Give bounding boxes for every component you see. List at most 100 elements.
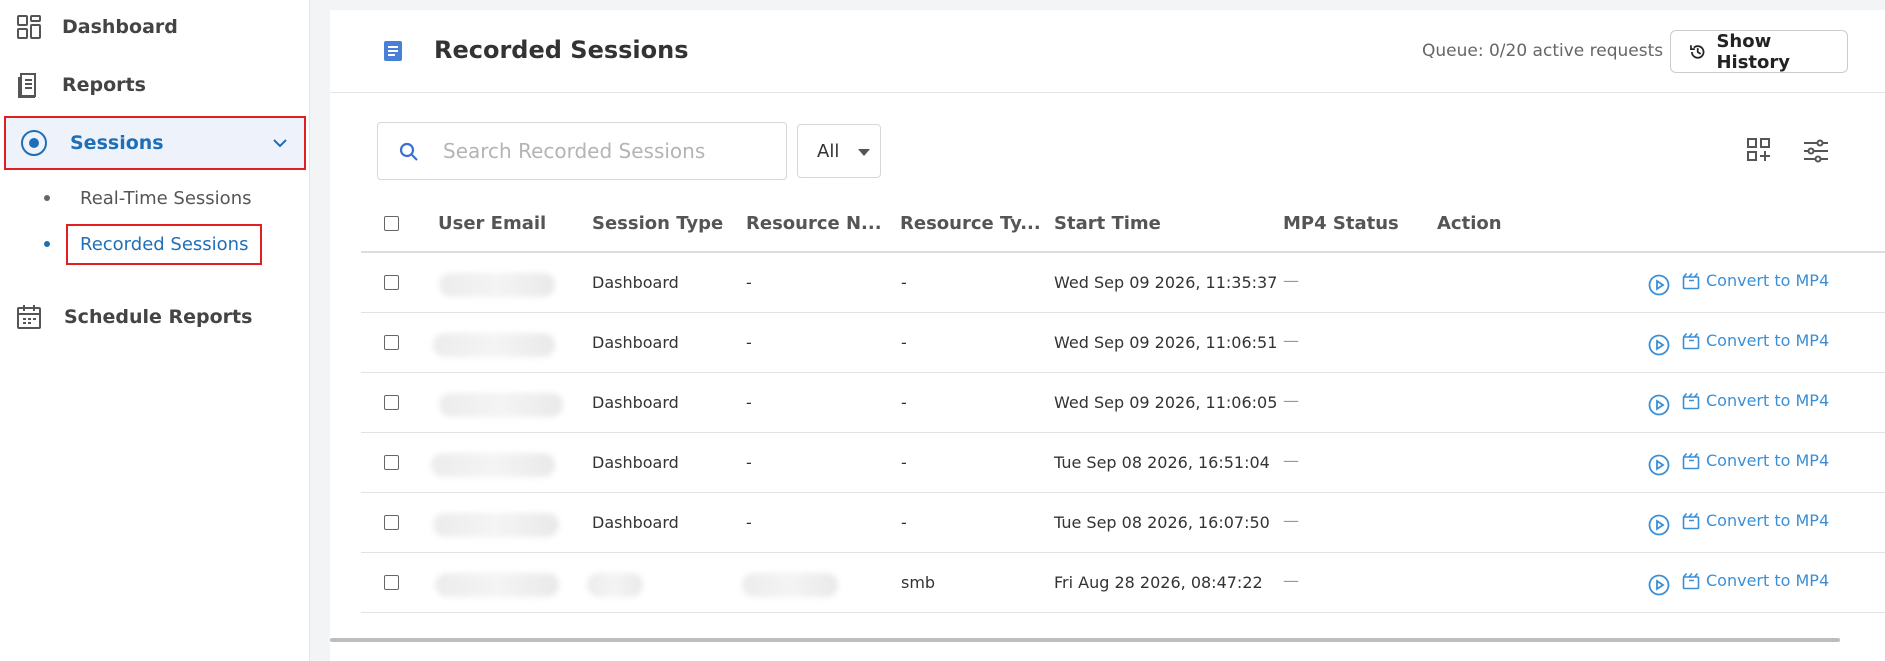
- play-icon[interactable]: [1648, 514, 1670, 536]
- redacted-email: [431, 453, 555, 477]
- video-convert-icon: [1682, 572, 1700, 589]
- row-checkbox[interactable]: [384, 395, 399, 410]
- play-icon[interactable]: [1648, 454, 1670, 476]
- search-box: [377, 122, 787, 180]
- redacted-email: [439, 273, 555, 297]
- search-icon: [399, 142, 418, 161]
- resource-type-cell: -: [901, 333, 907, 352]
- select-all-checkbox[interactable]: [384, 216, 399, 231]
- sessions-table: User Email Session Type Resource N... Re…: [361, 196, 1885, 613]
- resource-name-cell: -: [746, 453, 752, 472]
- sidebar-item-label: Dashboard: [62, 16, 178, 38]
- bullet-dot: [44, 241, 50, 247]
- horizontal-scrollbar[interactable]: [330, 638, 1840, 642]
- history-icon: [1690, 44, 1705, 59]
- queue-status: Queue: 0/20 active requests: [1422, 41, 1664, 61]
- calendar-icon: [15, 303, 43, 331]
- sidebar-item-label: Reports: [62, 74, 146, 96]
- start-time-cell: Tue Sep 08 2026, 16:51:04: [1054, 453, 1270, 472]
- bullet-dot: [44, 195, 50, 201]
- column-settings-icon[interactable]: [1802, 139, 1830, 163]
- table-row: Dashboard - - Wed Sep 09 2026, 11:06:51 …: [361, 313, 1885, 373]
- show-history-label: Show History: [1716, 30, 1790, 73]
- convert-to-mp4-link[interactable]: Convert to MP4: [1682, 271, 1829, 290]
- video-convert-icon: [1682, 452, 1700, 469]
- resource-type-cell: -: [901, 273, 907, 292]
- sidebar-item-dashboard[interactable]: Dashboard: [0, 0, 308, 56]
- convert-to-mp4-label: Convert to MP4: [1706, 511, 1830, 530]
- column-header-session-type[interactable]: Session Type: [592, 213, 723, 234]
- session-type-cell: Dashboard: [592, 333, 679, 352]
- resource-type-cell: smb: [901, 573, 936, 592]
- start-time-cell: Wed Sep 09 2026, 11:35:37: [1054, 273, 1278, 292]
- convert-to-mp4-label: Convert to MP4: [1706, 271, 1830, 290]
- start-time-cell: Tue Sep 08 2026, 16:07:50: [1054, 513, 1270, 532]
- column-header-action: Action: [1437, 213, 1502, 234]
- sidebar-subitem-recorded-sessions[interactable]: Recorded Sessions: [44, 223, 263, 265]
- sidebar-item-label: Sessions: [70, 132, 164, 154]
- column-header-mp4-status[interactable]: MP4 Status: [1283, 213, 1399, 234]
- resource-type-cell: -: [901, 453, 907, 472]
- sidebar-subitem-real-time-sessions[interactable]: Real-Time Sessions: [44, 178, 251, 218]
- report-icon: [15, 71, 43, 99]
- resource-type-cell: -: [901, 513, 907, 532]
- mp4-status-cell: —: [1283, 271, 1299, 290]
- resource-name-cell: -: [746, 273, 752, 292]
- convert-to-mp4-link[interactable]: Convert to MP4: [1682, 451, 1829, 470]
- row-checkbox[interactable]: [384, 515, 399, 530]
- session-type-cell: Dashboard: [592, 393, 679, 412]
- play-icon[interactable]: [1648, 394, 1670, 416]
- table-row: Dashboard - - Wed Sep 09 2026, 11:35:37 …: [361, 253, 1885, 313]
- page-title: Recorded Sessions: [434, 36, 689, 64]
- row-checkbox[interactable]: [384, 275, 399, 290]
- column-header-resource-type[interactable]: Resource Ty...: [900, 213, 1041, 234]
- video-convert-icon: [1682, 392, 1700, 409]
- video-convert-icon: [1682, 512, 1700, 529]
- convert-to-mp4-link[interactable]: Convert to MP4: [1682, 331, 1829, 350]
- redacted-email: [433, 333, 555, 357]
- column-header-user-email[interactable]: User Email: [438, 213, 546, 234]
- convert-to-mp4-link[interactable]: Convert to MP4: [1682, 391, 1829, 410]
- start-time-cell: Fri Aug 28 2026, 08:47:22: [1054, 573, 1263, 592]
- start-time-cell: Wed Sep 09 2026, 11:06:51: [1054, 333, 1278, 352]
- sidebar-item-schedule-reports[interactable]: Schedule Reports: [0, 288, 308, 346]
- search-input[interactable]: [443, 135, 773, 167]
- table-header: User Email Session Type Resource N... Re…: [361, 196, 1885, 253]
- redacted-email: [435, 573, 559, 597]
- sidebar-subitem-label: Recorded Sessions: [66, 223, 263, 265]
- redacted-resource-name: [742, 573, 838, 597]
- play-icon[interactable]: [1648, 334, 1670, 356]
- page-header: Recorded Sessions Queue: 0/20 active req…: [330, 10, 1885, 93]
- sidebar-subitem-label: Real-Time Sessions: [80, 187, 252, 209]
- show-history-button[interactable]: Show History: [1670, 30, 1848, 73]
- resource-name-cell: -: [746, 393, 752, 412]
- play-icon[interactable]: [1648, 574, 1670, 596]
- session-type-cell: Dashboard: [592, 453, 679, 472]
- sidebar-item-reports[interactable]: Reports: [0, 56, 308, 114]
- mp4-status-cell: —: [1283, 511, 1299, 530]
- sidebar-item-label: Schedule Reports: [64, 306, 253, 328]
- table-row: smb Fri Aug 28 2026, 08:47:22 — Convert …: [361, 553, 1885, 613]
- dashboard-icon: [15, 13, 43, 41]
- column-header-resource-name[interactable]: Resource N...: [746, 213, 882, 234]
- table-row: Dashboard - - Tue Sep 08 2026, 16:51:04 …: [361, 433, 1885, 493]
- column-header-start-time[interactable]: Start Time: [1054, 213, 1161, 234]
- chevron-down-icon[interactable]: [270, 133, 290, 153]
- sidebar-item-sessions[interactable]: Sessions: [4, 116, 306, 170]
- convert-to-mp4-link[interactable]: Convert to MP4: [1682, 571, 1829, 590]
- row-checkbox[interactable]: [384, 455, 399, 470]
- mp4-status-cell: —: [1283, 571, 1299, 590]
- convert-to-mp4-link[interactable]: Convert to MP4: [1682, 511, 1829, 530]
- main-panel: Recorded Sessions Queue: 0/20 active req…: [330, 10, 1885, 661]
- redacted-session-type: [587, 573, 643, 597]
- mp4-status-cell: —: [1283, 391, 1299, 410]
- session-type-cell: Dashboard: [592, 273, 679, 292]
- table-row: Dashboard - - Wed Sep 09 2026, 11:06:05 …: [361, 373, 1885, 433]
- row-checkbox[interactable]: [384, 335, 399, 350]
- filter-select[interactable]: All: [797, 124, 881, 178]
- grid-add-icon[interactable]: [1746, 137, 1772, 163]
- play-icon[interactable]: [1648, 274, 1670, 296]
- convert-to-mp4-label: Convert to MP4: [1706, 391, 1830, 410]
- row-checkbox[interactable]: [384, 575, 399, 590]
- caret-down-icon: [858, 149, 870, 156]
